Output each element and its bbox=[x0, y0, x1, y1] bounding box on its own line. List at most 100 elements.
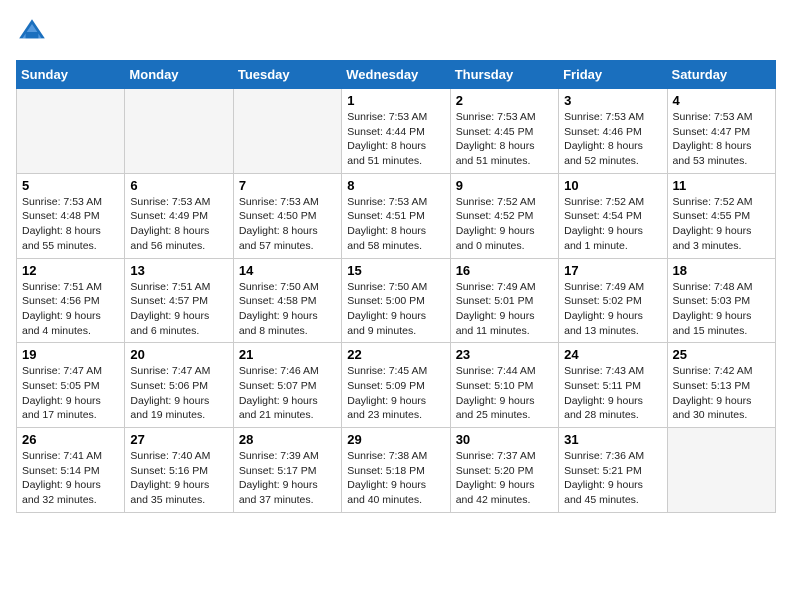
day-info: Sunrise: 7:53 AM Sunset: 4:44 PM Dayligh… bbox=[347, 110, 444, 169]
day-info: Sunrise: 7:51 AM Sunset: 4:56 PM Dayligh… bbox=[22, 280, 119, 339]
calendar-day-cell: 1 Sunrise: 7:53 AM Sunset: 4:44 PM Daylig… bbox=[342, 89, 450, 174]
calendar-day-cell: 31 Sunrise: 7:36 AM Sunset: 5:21 PM Dayli… bbox=[559, 428, 667, 513]
day-number: 22 bbox=[347, 347, 444, 362]
day-info: Sunrise: 7:49 AM Sunset: 5:01 PM Dayligh… bbox=[456, 280, 553, 339]
day-number: 3 bbox=[564, 93, 661, 108]
calendar-week-row: 19Sunrise: 7:47 AM Sunset: 5:05 PM Dayli… bbox=[17, 343, 776, 428]
calendar-day-cell: 23Sunrise: 7:44 AM Sunset: 5:10 PM Dayli… bbox=[450, 343, 558, 428]
logo-icon bbox=[16, 16, 48, 48]
day-info: Sunrise: 7:40 AM Sunset: 5:16 PM Dayligh… bbox=[130, 449, 227, 508]
calendar-day-cell bbox=[17, 89, 125, 174]
day-number: 20 bbox=[130, 347, 227, 362]
calendar-week-row: 1 Sunrise: 7:53 AM Sunset: 4:44 PM Daylig… bbox=[17, 89, 776, 174]
calendar-day-cell: 10 Sunrise: 7:52 AM Sunset: 4:54 PM Dayli… bbox=[559, 173, 667, 258]
calendar-day-cell: 22 Sunrise: 7:45 AM Sunset: 5:09 PM Dayli… bbox=[342, 343, 450, 428]
calendar-day-cell: 5Sunrise: 7:53 AM Sunset: 4:48 PM Daylig… bbox=[17, 173, 125, 258]
calendar-day-header: Friday bbox=[559, 61, 667, 89]
day-info: Sunrise: 7:51 AM Sunset: 4:57 PM Dayligh… bbox=[130, 280, 227, 339]
day-number: 31 bbox=[564, 432, 661, 447]
calendar-day-cell: 27 Sunrise: 7:40 AM Sunset: 5:16 PM Dayli… bbox=[125, 428, 233, 513]
calendar-header: SundayMondayTuesdayWednesdayThursdayFrid… bbox=[17, 61, 776, 89]
calendar-day-cell bbox=[233, 89, 341, 174]
day-number: 11 bbox=[673, 178, 770, 193]
day-info: Sunrise: 7:46 AM Sunset: 5:07 PM Dayligh… bbox=[239, 364, 336, 423]
calendar-day-header: Monday bbox=[125, 61, 233, 89]
calendar-week-row: 26 Sunrise: 7:41 AM Sunset: 5:14 PM Dayli… bbox=[17, 428, 776, 513]
calendar-day-cell: 9 Sunrise: 7:52 AM Sunset: 4:52 PM Daylig… bbox=[450, 173, 558, 258]
day-info: Sunrise: 7:53 AM Sunset: 4:49 PM Dayligh… bbox=[130, 195, 227, 254]
calendar-day-cell: 25 Sunrise: 7:42 AM Sunset: 5:13 PM Dayli… bbox=[667, 343, 775, 428]
day-number: 4 bbox=[673, 93, 770, 108]
day-number: 27 bbox=[130, 432, 227, 447]
calendar-day-header: Thursday bbox=[450, 61, 558, 89]
calendar-day-cell: 14 Sunrise: 7:50 AM Sunset: 4:58 PM Dayli… bbox=[233, 258, 341, 343]
day-number: 9 bbox=[456, 178, 553, 193]
calendar-day-cell: 20 Sunrise: 7:47 AM Sunset: 5:06 PM Dayli… bbox=[125, 343, 233, 428]
calendar-week-row: 5Sunrise: 7:53 AM Sunset: 4:48 PM Daylig… bbox=[17, 173, 776, 258]
calendar-day-cell: 28 Sunrise: 7:39 AM Sunset: 5:17 PM Dayli… bbox=[233, 428, 341, 513]
day-info: Sunrise: 7:47 AM Sunset: 5:06 PM Dayligh… bbox=[130, 364, 227, 423]
day-info: Sunrise: 7:39 AM Sunset: 5:17 PM Dayligh… bbox=[239, 449, 336, 508]
day-info: Sunrise: 7:52 AM Sunset: 4:55 PM Dayligh… bbox=[673, 195, 770, 254]
calendar-body: 1 Sunrise: 7:53 AM Sunset: 4:44 PM Daylig… bbox=[17, 89, 776, 513]
day-info: Sunrise: 7:53 AM Sunset: 4:47 PM Dayligh… bbox=[673, 110, 770, 169]
calendar-day-cell: 2Sunrise: 7:53 AM Sunset: 4:45 PM Daylig… bbox=[450, 89, 558, 174]
day-number: 2 bbox=[456, 93, 553, 108]
day-info: Sunrise: 7:50 AM Sunset: 4:58 PM Dayligh… bbox=[239, 280, 336, 339]
day-number: 28 bbox=[239, 432, 336, 447]
day-info: Sunrise: 7:42 AM Sunset: 5:13 PM Dayligh… bbox=[673, 364, 770, 423]
calendar-day-cell: 11 Sunrise: 7:52 AM Sunset: 4:55 PM Dayli… bbox=[667, 173, 775, 258]
day-info: Sunrise: 7:53 AM Sunset: 4:46 PM Dayligh… bbox=[564, 110, 661, 169]
day-info: Sunrise: 7:50 AM Sunset: 5:00 PM Dayligh… bbox=[347, 280, 444, 339]
day-info: Sunrise: 7:52 AM Sunset: 4:54 PM Dayligh… bbox=[564, 195, 661, 254]
calendar-day-cell: 19Sunrise: 7:47 AM Sunset: 5:05 PM Dayli… bbox=[17, 343, 125, 428]
calendar-day-cell: 15Sunrise: 7:50 AM Sunset: 5:00 PM Dayli… bbox=[342, 258, 450, 343]
day-number: 29 bbox=[347, 432, 444, 447]
day-number: 13 bbox=[130, 263, 227, 278]
day-info: Sunrise: 7:49 AM Sunset: 5:02 PM Dayligh… bbox=[564, 280, 661, 339]
calendar-day-cell: 13 Sunrise: 7:51 AM Sunset: 4:57 PM Dayli… bbox=[125, 258, 233, 343]
calendar-day-cell: 6 Sunrise: 7:53 AM Sunset: 4:49 PM Daylig… bbox=[125, 173, 233, 258]
day-number: 14 bbox=[239, 263, 336, 278]
calendar-day-cell: 26 Sunrise: 7:41 AM Sunset: 5:14 PM Dayli… bbox=[17, 428, 125, 513]
calendar-day-cell: 29Sunrise: 7:38 AM Sunset: 5:18 PM Dayli… bbox=[342, 428, 450, 513]
day-number: 12 bbox=[22, 263, 119, 278]
calendar-day-header: Saturday bbox=[667, 61, 775, 89]
day-info: Sunrise: 7:41 AM Sunset: 5:14 PM Dayligh… bbox=[22, 449, 119, 508]
day-number: 21 bbox=[239, 347, 336, 362]
calendar-day-cell: 18Sunrise: 7:48 AM Sunset: 5:03 PM Dayli… bbox=[667, 258, 775, 343]
day-info: Sunrise: 7:48 AM Sunset: 5:03 PM Dayligh… bbox=[673, 280, 770, 339]
day-info: Sunrise: 7:37 AM Sunset: 5:20 PM Dayligh… bbox=[456, 449, 553, 508]
day-info: Sunrise: 7:53 AM Sunset: 4:50 PM Dayligh… bbox=[239, 195, 336, 254]
day-number: 26 bbox=[22, 432, 119, 447]
calendar-day-cell bbox=[667, 428, 775, 513]
day-number: 24 bbox=[564, 347, 661, 362]
day-number: 30 bbox=[456, 432, 553, 447]
calendar-day-cell: 12 Sunrise: 7:51 AM Sunset: 4:56 PM Dayli… bbox=[17, 258, 125, 343]
day-info: Sunrise: 7:53 AM Sunset: 4:51 PM Dayligh… bbox=[347, 195, 444, 254]
calendar-day-header: Wednesday bbox=[342, 61, 450, 89]
calendar-day-cell: 7 Sunrise: 7:53 AM Sunset: 4:50 PM Daylig… bbox=[233, 173, 341, 258]
day-info: Sunrise: 7:36 AM Sunset: 5:21 PM Dayligh… bbox=[564, 449, 661, 508]
calendar-header-row: SundayMondayTuesdayWednesdayThursdayFrid… bbox=[17, 61, 776, 89]
day-info: Sunrise: 7:45 AM Sunset: 5:09 PM Dayligh… bbox=[347, 364, 444, 423]
day-info: Sunrise: 7:52 AM Sunset: 4:52 PM Dayligh… bbox=[456, 195, 553, 254]
day-number: 5 bbox=[22, 178, 119, 193]
day-number: 10 bbox=[564, 178, 661, 193]
calendar-table: SundayMondayTuesdayWednesdayThursdayFrid… bbox=[16, 60, 776, 513]
calendar-day-cell: 21 Sunrise: 7:46 AM Sunset: 5:07 PM Dayli… bbox=[233, 343, 341, 428]
calendar-day-cell: 24 Sunrise: 7:43 AM Sunset: 5:11 PM Dayli… bbox=[559, 343, 667, 428]
calendar-day-cell: 4 Sunrise: 7:53 AM Sunset: 4:47 PM Daylig… bbox=[667, 89, 775, 174]
day-number: 6 bbox=[130, 178, 227, 193]
day-number: 25 bbox=[673, 347, 770, 362]
calendar-day-cell bbox=[125, 89, 233, 174]
calendar-day-cell: 3 Sunrise: 7:53 AM Sunset: 4:46 PM Daylig… bbox=[559, 89, 667, 174]
day-number: 1 bbox=[347, 93, 444, 108]
day-info: Sunrise: 7:47 AM Sunset: 5:05 PM Dayligh… bbox=[22, 364, 119, 423]
day-info: Sunrise: 7:43 AM Sunset: 5:11 PM Dayligh… bbox=[564, 364, 661, 423]
calendar-day-cell: 16Sunrise: 7:49 AM Sunset: 5:01 PM Dayli… bbox=[450, 258, 558, 343]
calendar-day-header: Tuesday bbox=[233, 61, 341, 89]
day-number: 7 bbox=[239, 178, 336, 193]
logo bbox=[16, 16, 52, 48]
calendar-day-cell: 8Sunrise: 7:53 AM Sunset: 4:51 PM Daylig… bbox=[342, 173, 450, 258]
